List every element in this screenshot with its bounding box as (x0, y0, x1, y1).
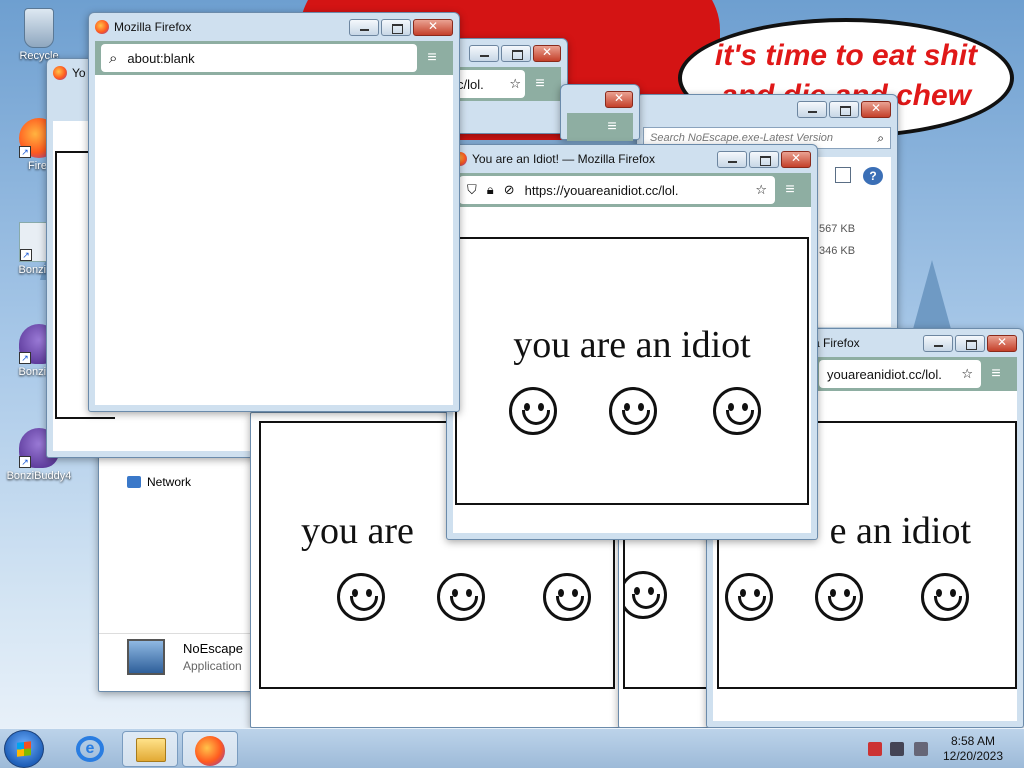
smiley-icon (509, 387, 557, 435)
desktop-icon-label: BonziBuddy4 (6, 470, 72, 482)
firefox-window-blank: Mozilla Firefox ⌕ about:blank ≡ (88, 12, 460, 412)
url-bar[interactable]: ⛉ 🔒︎ ⊘ https://youareanidiot.cc/lol. ☆ (459, 176, 775, 204)
taskbar-explorer[interactable] (122, 731, 178, 767)
close-button[interactable] (987, 334, 1017, 352)
close-button[interactable] (605, 90, 633, 108)
help-icon[interactable]: ? (863, 167, 883, 185)
tray-volume-icon[interactable] (914, 742, 928, 756)
application-icon (127, 639, 165, 675)
clock-time: 8:58 AM (950, 734, 996, 748)
start-button[interactable] (4, 730, 44, 768)
smiley-icon (625, 571, 667, 619)
close-button[interactable] (781, 150, 811, 168)
file-size: 567 KB (819, 223, 856, 235)
smiley-icon (543, 573, 591, 621)
file-name: NoEscape (183, 641, 243, 656)
bookmark-star-icon[interactable]: ☆ (961, 366, 973, 382)
permissions-icon[interactable]: ⊘ (504, 182, 515, 198)
desktop-icon-recycle-bin[interactable]: Recycle (4, 8, 74, 62)
url-text: https://youareanidiot.cc/lol. (524, 182, 679, 198)
minimize-button[interactable] (469, 44, 499, 62)
file-size: 346 KB (819, 245, 856, 257)
folder-icon (136, 738, 166, 762)
shortcut-arrow-icon: ↗ (19, 146, 31, 158)
close-button[interactable] (413, 18, 453, 36)
smiley-icon (713, 387, 761, 435)
tray-flag-icon[interactable] (868, 742, 882, 756)
maximize-button[interactable] (829, 100, 859, 118)
url-text: c/lol. (457, 76, 484, 92)
lock-icon[interactable]: 🔒︎ (487, 182, 494, 198)
search-placeholder: Search NoEscape.exe-Latest Version (650, 132, 834, 144)
idiot-text: you are an idiot (513, 324, 751, 366)
search-icon: ⌕ (109, 49, 118, 67)
url-bar[interactable]: c/lol. ☆ (453, 70, 525, 98)
page-content-blank (95, 75, 453, 405)
bookmark-star-icon[interactable]: ☆ (755, 182, 767, 198)
taskbar: e 8:58 AM 12/20/2023 (0, 728, 1024, 768)
idiot-window (618, 529, 718, 728)
window-title: Mozilla Firefox (114, 20, 192, 34)
minimize-button[interactable] (349, 18, 379, 36)
maximize-button[interactable] (501, 44, 531, 62)
close-button[interactable] (861, 100, 891, 118)
nav-item-network[interactable]: Network (127, 475, 191, 489)
menu-button[interactable]: ≡ (981, 360, 1011, 388)
menu-button[interactable]: ≡ (775, 176, 805, 204)
minimize-button[interactable] (797, 100, 827, 118)
taskbar-firefox[interactable] (182, 731, 238, 767)
firefox-window-back: ≡ (560, 84, 640, 141)
maximize-button[interactable] (955, 334, 985, 352)
firefox-window-idiot-center: You are an Idiot! — Mozilla Firefox ⛉ 🔒︎… (446, 144, 818, 540)
idiot-frame: you are an idiot (455, 237, 809, 505)
preview-pane-icon[interactable] (835, 167, 851, 183)
nav-item-label: Network (147, 475, 192, 489)
smiley-icon (337, 573, 385, 621)
smiley-icon (815, 573, 863, 621)
recycle-bin-icon (24, 8, 54, 48)
firefox-icon (195, 736, 225, 766)
maximize-button[interactable] (381, 18, 411, 36)
window-title: a Firefox (813, 336, 860, 350)
url-bar[interactable]: youareanidiot.cc/lol. ☆ (819, 360, 981, 388)
bookmark-star-icon[interactable]: ☆ (509, 76, 521, 92)
window-title: You are an Idiot! — Mozilla Firefox (472, 152, 655, 166)
taskbar-internet-explorer[interactable]: e (62, 731, 118, 767)
tray-network-icon[interactable] (890, 742, 904, 756)
search-icon: ⌕ (877, 130, 884, 145)
url-text: about:blank (127, 50, 195, 66)
smiley-icon (437, 573, 485, 621)
clock-date: 12/20/2023 (942, 749, 1004, 763)
close-button[interactable] (533, 44, 561, 62)
maximize-button[interactable] (749, 150, 779, 168)
shortcut-arrow-icon: ↗ (19, 352, 31, 364)
url-bar[interactable]: ⌕ about:blank (101, 44, 417, 72)
smiley-icon (921, 573, 969, 621)
menu-button[interactable]: ≡ (597, 113, 627, 141)
network-icon (127, 476, 141, 488)
menu-button[interactable]: ≡ (417, 44, 447, 72)
smiley-icon (725, 573, 773, 621)
shortcut-arrow-icon: ↗ (20, 249, 32, 261)
idiot-text: you are (301, 510, 414, 552)
bubble-text-line1: it's time to eat shit (714, 39, 978, 72)
url-text: youareanidiot.cc/lol. (827, 366, 942, 382)
idiot-frame (623, 529, 713, 689)
smiley-icon (609, 387, 657, 435)
shortcut-arrow-icon: ↗ (19, 456, 31, 468)
firefox-icon (53, 66, 67, 80)
internet-explorer-icon: e (76, 736, 104, 762)
file-type: Application (183, 659, 242, 673)
idiot-text: e an idiot (829, 510, 971, 552)
firefox-icon (95, 20, 109, 34)
minimize-button[interactable] (717, 150, 747, 168)
taskbar-clock[interactable]: 8:58 AM 12/20/2023 (930, 734, 1016, 764)
shield-icon[interactable]: ⛉ (467, 182, 477, 198)
menu-button[interactable]: ≡ (525, 70, 555, 98)
minimize-button[interactable] (923, 334, 953, 352)
